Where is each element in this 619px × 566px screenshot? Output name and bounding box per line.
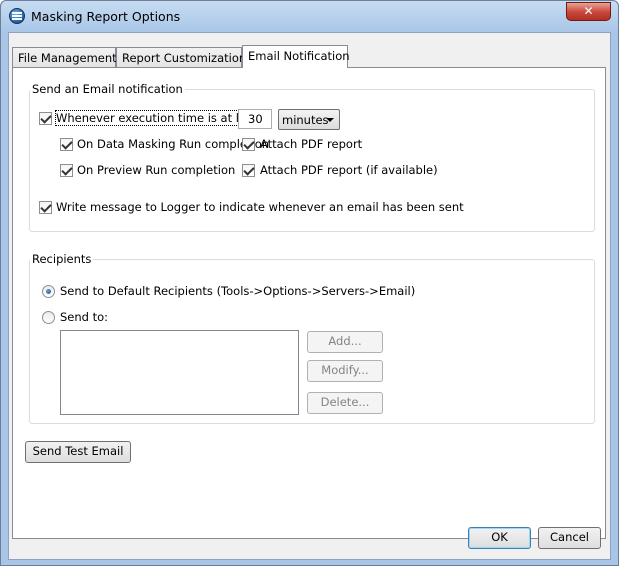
email-group-legend: Send an Email notification — [30, 82, 185, 96]
email-notification-panel: Send an Email notification Whenever exec… — [12, 67, 606, 539]
tab-label: Email Notification — [248, 49, 350, 63]
logger-checkbox[interactable] — [39, 201, 52, 214]
logger-label[interactable]: Write message to Logger to indicate when… — [56, 200, 464, 214]
attach-pdf-label[interactable]: Attach PDF report — [260, 137, 362, 151]
tab-email-notification[interactable]: Email Notification — [242, 45, 350, 68]
tab-file-management[interactable]: File Management — [12, 47, 117, 67]
exec-time-label[interactable]: Whenever execution time is at least — [55, 110, 265, 126]
tab-report-customization[interactable]: Report Customization — [116, 47, 246, 67]
dialog-window: Masking Report Options ✕ File Management… — [0, 0, 619, 566]
attach-pdf-checkbox[interactable] — [242, 138, 255, 151]
recipients-list[interactable] — [60, 330, 299, 415]
time-unit-value: minutes — [282, 113, 329, 127]
data-masking-label[interactable]: On Data Masking Run completion — [77, 137, 269, 151]
window-title: Masking Report Options — [31, 9, 181, 24]
exec-time-checkbox[interactable] — [39, 112, 52, 125]
preview-run-checkbox[interactable] — [60, 164, 73, 177]
attach-pdf-available-label[interactable]: Attach PDF report (if available) — [260, 163, 438, 177]
default-recipients-label[interactable]: Send to Default Recipients (Tools->Optio… — [60, 284, 415, 298]
chevron-down-icon — [326, 118, 334, 122]
title-bar[interactable]: Masking Report Options ✕ — [1, 1, 618, 32]
exec-time-input[interactable]: 30 — [238, 109, 272, 129]
send-to-radio[interactable] — [42, 311, 55, 324]
time-unit-select[interactable]: minutes — [278, 109, 340, 130]
attach-pdf-available-checkbox[interactable] — [242, 164, 255, 177]
add-button[interactable]: Add... — [307, 331, 383, 353]
send-to-label[interactable]: Send to: — [60, 310, 108, 324]
tab-label: File Management — [18, 51, 117, 65]
close-button[interactable]: ✕ — [566, 2, 611, 21]
delete-button[interactable]: Delete... — [307, 392, 383, 414]
ok-button[interactable]: OK — [468, 527, 531, 549]
close-icon: ✕ — [583, 4, 594, 18]
default-recipients-radio[interactable] — [42, 285, 55, 298]
recipients-group-legend: Recipients — [30, 252, 94, 266]
data-masking-checkbox[interactable] — [60, 138, 73, 151]
send-test-email-button[interactable]: Send Test Email — [25, 441, 131, 463]
preview-run-label[interactable]: On Preview Run completion — [77, 163, 235, 177]
app-icon — [9, 8, 25, 24]
cancel-button[interactable]: Cancel — [538, 527, 601, 549]
modify-button[interactable]: Modify... — [307, 360, 383, 382]
dialog-client-area: File Management Report Customization Ema… — [8, 32, 611, 560]
tab-label: Report Customization — [122, 51, 247, 65]
